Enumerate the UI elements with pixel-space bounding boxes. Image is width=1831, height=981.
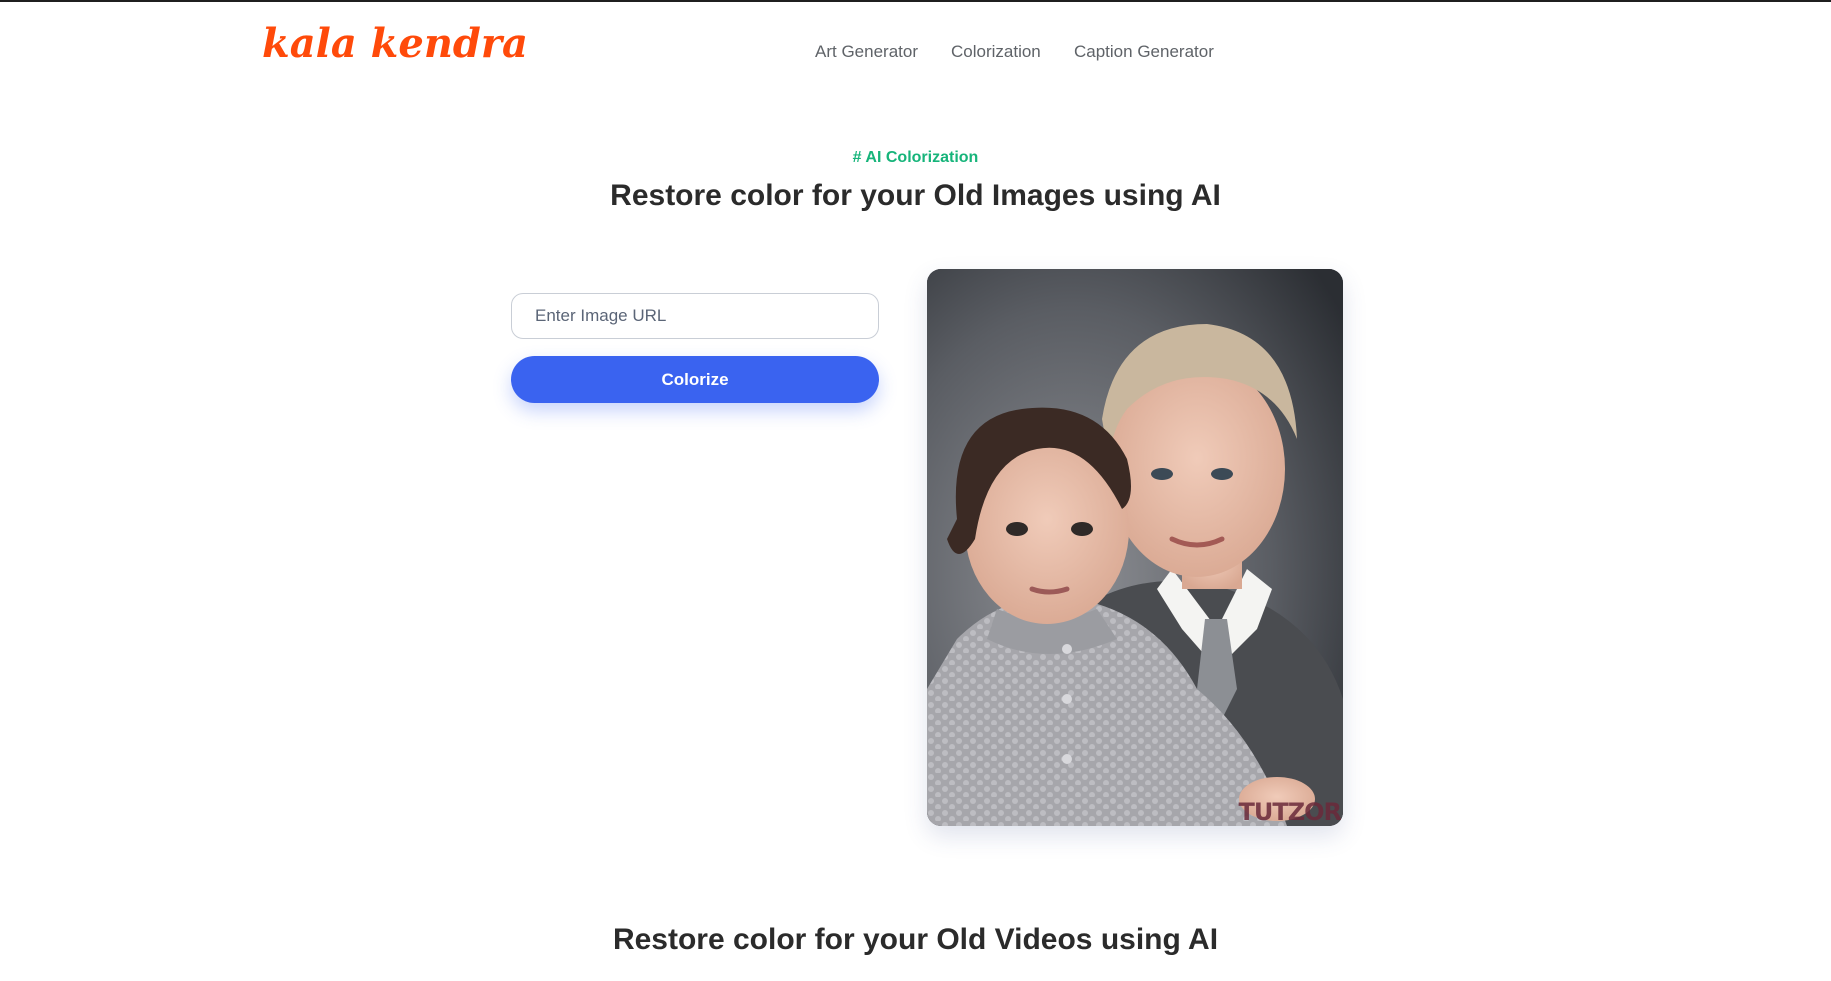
video-section-title: Restore color for your Old Videos using …	[612, 923, 1219, 956]
image-url-input[interactable]	[511, 293, 879, 339]
nav-colorization[interactable]: Colorization	[951, 40, 1041, 64]
top-border	[0, 0, 1831, 2]
children-portrait-image	[927, 269, 1343, 826]
colorize-button[interactable]: Colorize	[511, 356, 879, 403]
section-eyebrow: # AI Colorization	[852, 149, 979, 166]
colorized-image-preview: TUTZOR	[927, 269, 1343, 826]
page: kala kendra Art Generator Colorization C…	[0, 0, 1831, 981]
image-watermark: TUTZOR	[1238, 798, 1342, 826]
main-nav: Art Generator Colorization Caption Gener…	[0, 40, 1831, 64]
nav-caption-generator[interactable]: Caption Generator	[1074, 40, 1214, 64]
nav-art-generator[interactable]: Art Generator	[815, 40, 918, 64]
page-title: Restore color for your Old Images using …	[610, 179, 1221, 212]
